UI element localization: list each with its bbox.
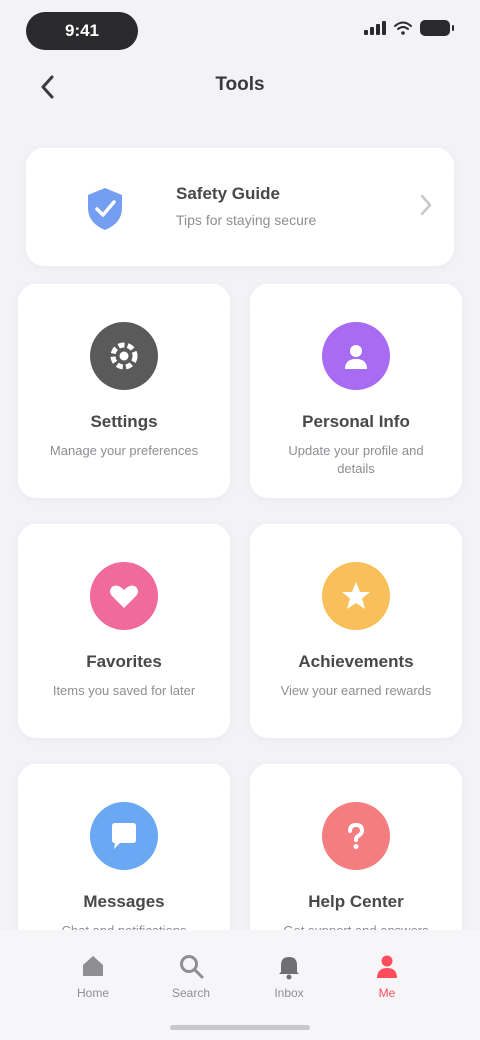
- chevron-right-icon: [420, 194, 432, 216]
- page-title: Tools: [215, 74, 265, 95]
- heart-icon: [90, 562, 158, 630]
- shield-icon: [82, 184, 128, 234]
- card-title: Messages: [83, 892, 165, 911]
- tab-label: Home: [76, 986, 109, 1000]
- gear-icon: [90, 322, 158, 390]
- card-title: Personal Info: [302, 412, 410, 431]
- status-time: 9:41: [26, 12, 138, 50]
- card-title: Favorites: [86, 652, 162, 671]
- tab-home[interactable]: Home: [53, 930, 133, 1040]
- card-desc: Update your profile and details: [288, 443, 424, 476]
- tab-search[interactable]: Search: [151, 930, 231, 1040]
- tab-label: Inbox: [274, 986, 304, 1000]
- safety-banner[interactable]: Safety Guide Tips for staying secure: [26, 148, 454, 266]
- tab-label: Search: [171, 986, 211, 1000]
- card-personal-info[interactable]: Personal Info Update your profile and de…: [250, 284, 462, 498]
- card-title: Help Center: [308, 892, 404, 911]
- signal-icon: [364, 21, 386, 35]
- card-achievements[interactable]: Achievements View your earned rewards: [250, 524, 462, 738]
- tab-bar: Home Search Inbox Me: [0, 930, 480, 1040]
- home-indicator: [170, 1025, 310, 1030]
- search-icon: [180, 955, 204, 979]
- user-icon: [322, 322, 390, 390]
- chat-icon: [90, 802, 158, 870]
- card-favorites[interactable]: Favorites Items you saved for later: [18, 524, 230, 738]
- battery-icon: [420, 20, 454, 36]
- profile-icon: [377, 955, 397, 978]
- tab-inbox[interactable]: Inbox: [249, 930, 329, 1040]
- status-bar: 9:41: [0, 0, 480, 58]
- bell-icon: [279, 957, 299, 980]
- card-desc: View your earned rewards: [280, 683, 432, 698]
- wifi-icon: [394, 21, 412, 35]
- star-icon: [322, 562, 390, 630]
- card-desc: Items you saved for later: [52, 683, 196, 698]
- status-time-text: 9:41: [64, 21, 100, 40]
- help-icon: [322, 802, 390, 870]
- banner-subtitle: Tips for staying secure: [176, 212, 317, 228]
- tools-grid: Settings Manage your preferences Persona…: [18, 284, 462, 978]
- card-desc: Manage your preferences: [49, 443, 199, 458]
- card-title: Achievements: [298, 652, 414, 671]
- home-icon: [83, 956, 103, 976]
- banner-title: Safety Guide: [176, 184, 280, 203]
- nav-bar: Tools: [0, 60, 480, 112]
- status-icons: [364, 20, 454, 36]
- card-title: Settings: [90, 412, 158, 431]
- card-settings[interactable]: Settings Manage your preferences: [18, 284, 230, 498]
- tab-me[interactable]: Me: [347, 930, 427, 1040]
- tab-label: Me: [378, 986, 396, 1000]
